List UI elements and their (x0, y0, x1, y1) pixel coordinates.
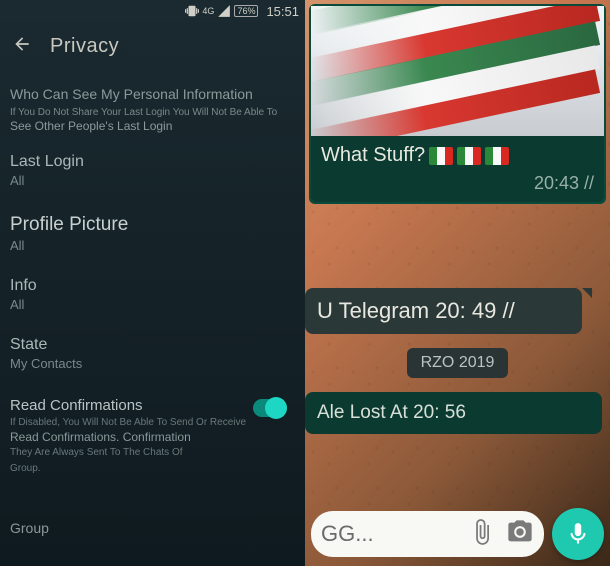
rc-desc-1: If Disabled, You Will Not Be Able To Sen… (10, 416, 250, 430)
settings-content: Who Can See My Personal Information If Y… (0, 70, 305, 536)
clock: 15:51 (266, 4, 299, 19)
vibrate-icon (185, 4, 199, 18)
last-login-setting[interactable]: Last Login All (10, 153, 295, 188)
state-setting[interactable]: State My Contacts (10, 336, 295, 371)
incoming-message[interactable]: U Telegram 20: 49 // (305, 288, 582, 334)
page-title: Privacy (50, 35, 119, 58)
date-badge: RZO 2019 (407, 348, 509, 378)
privacy-settings-panel: 4G 76% 15:51 Privacy Who Can See My Pers… (0, 0, 305, 566)
rc-desc-4: Group. (10, 462, 250, 476)
info-setting[interactable]: Info All (10, 277, 295, 312)
image-message[interactable]: What Stuff? 20:43 // (309, 4, 606, 204)
input-placeholder: GG... (321, 521, 458, 547)
msg2-text: U Telegram 20: 49 // (317, 298, 515, 323)
chat-content: What Stuff? 20:43 // U Telegram 20: 49 /… (305, 0, 610, 566)
mic-button[interactable] (552, 508, 604, 560)
back-icon[interactable] (12, 34, 32, 59)
personal-info-note: If You Do Not Share Your Last Login You … (10, 106, 295, 119)
info-label: Info (10, 277, 295, 295)
outgoing-message[interactable]: Ale Lost At 20: 56 (305, 392, 602, 434)
camera-icon[interactable] (506, 518, 534, 551)
rc-desc-3: They Are Always Sent To The Chats Of (10, 446, 250, 460)
profile-picture-label: Profile Picture (10, 214, 295, 236)
profile-picture-setting[interactable]: Profile Picture All (10, 214, 295, 253)
state-value: My Contacts (10, 356, 295, 371)
group-section[interactable]: Group (10, 520, 295, 536)
input-bar: GG... (305, 502, 610, 566)
network-label: 4G (202, 6, 214, 16)
msg1-time: 20:43 // (321, 173, 594, 194)
header: Privacy (0, 22, 305, 70)
state-label: State (10, 336, 295, 354)
info-value: All (10, 297, 295, 312)
flag-icon (457, 147, 481, 165)
message-input[interactable]: GG... (311, 511, 544, 557)
rc-desc-2: Read Confirmations. Confirmation (10, 430, 295, 444)
last-login-value: All (10, 173, 295, 188)
battery-label: 76% (234, 5, 258, 17)
read-confirmations-setting: Read Confirmations If Disabled, You Will… (10, 397, 295, 476)
msg3-text: Ale Lost At 20: 56 (317, 402, 466, 423)
chat-panel: What Stuff? 20:43 // U Telegram 20: 49 /… (305, 0, 610, 566)
flag-icon (429, 147, 453, 165)
msg1-text: What Stuff? (321, 144, 425, 167)
status-bar: 4G 76% 15:51 (0, 0, 305, 22)
last-login-label: Last Login (10, 153, 295, 171)
personal-info-note-2: See Other People's Last Login (10, 119, 295, 133)
signal-icon (217, 4, 231, 18)
personal-info-header: Who Can See My Personal Information (10, 86, 295, 102)
profile-picture-value: All (10, 238, 295, 253)
msg-bubble-1: What Stuff? 20:43 // (311, 136, 604, 202)
attach-icon[interactable] (468, 518, 496, 551)
read-confirmations-toggle[interactable] (253, 399, 287, 417)
tricolor-image (311, 6, 604, 136)
flag-icon (485, 147, 509, 165)
